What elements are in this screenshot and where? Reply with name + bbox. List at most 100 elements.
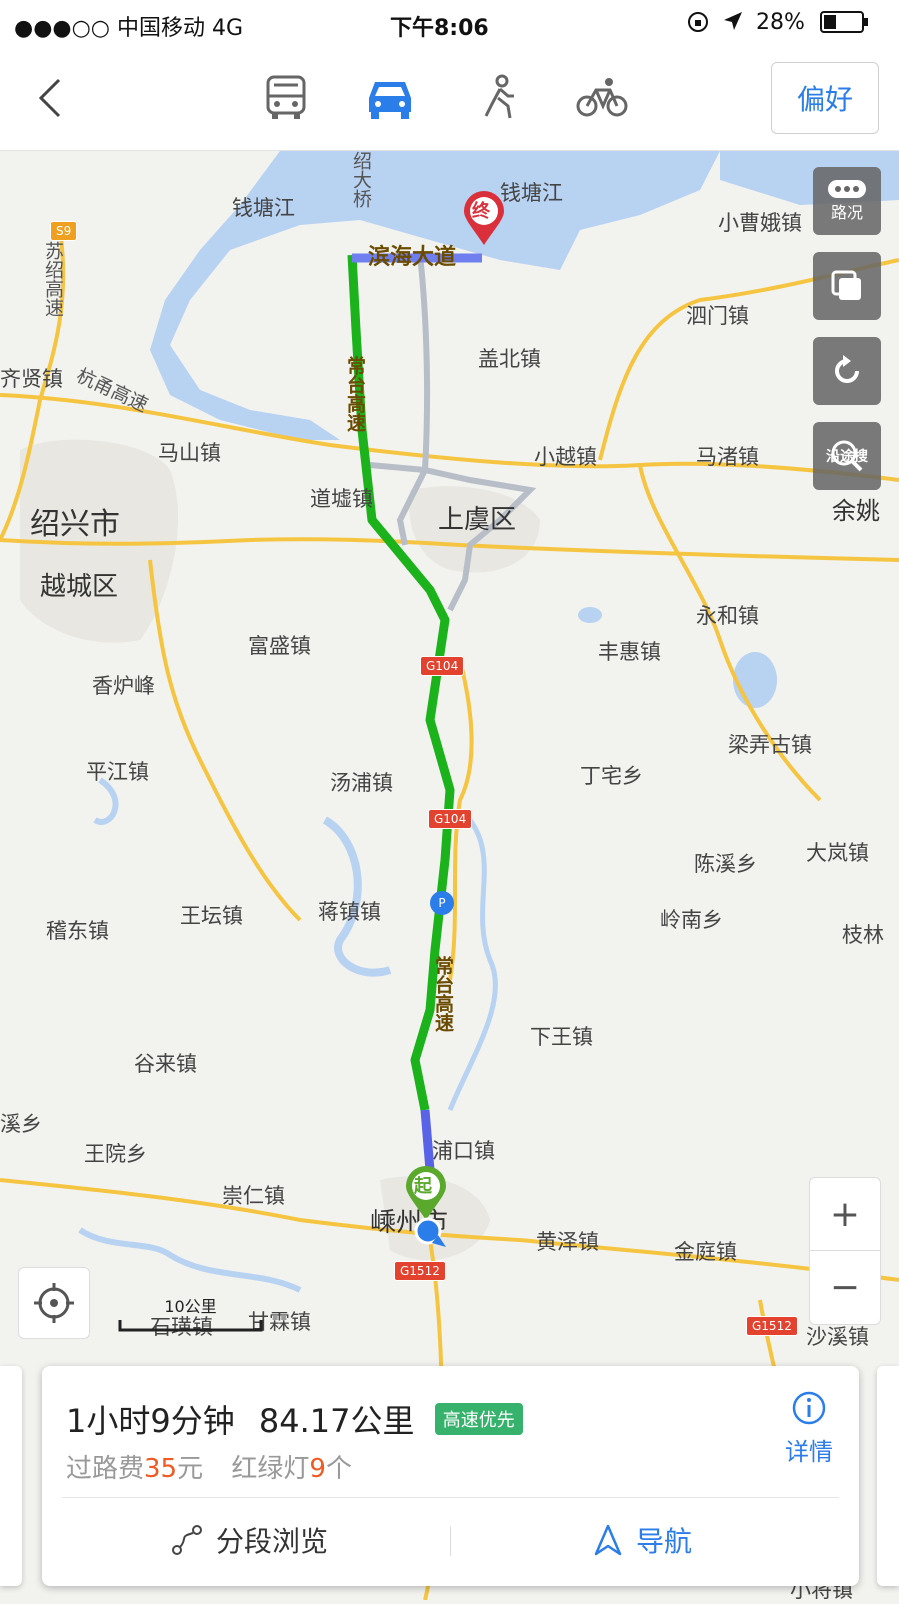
place-label: 香炉峰 bbox=[92, 674, 155, 698]
layers-button[interactable] bbox=[813, 252, 881, 320]
route-summary-card[interactable]: 1小时9分钟 84.17公里 高速优先 过路费35元 红绿灯9个 详情 分段浏览… bbox=[42, 1366, 859, 1586]
scale-label: 10公里 bbox=[164, 1297, 217, 1316]
chevron-left-icon bbox=[38, 78, 61, 118]
road-label: 常台高速 bbox=[432, 956, 454, 1032]
place-label: 崇仁镇 bbox=[222, 1184, 285, 1208]
road-label: 绍大桥 bbox=[350, 151, 372, 208]
navigate-button[interactable]: 导航 bbox=[594, 1520, 692, 1560]
road-label: 滨海大道 bbox=[368, 245, 457, 270]
city-label: 上虞区 bbox=[438, 505, 517, 535]
highway-shield: G1512 bbox=[394, 1261, 446, 1281]
scale-bar: 10公里 bbox=[118, 1293, 263, 1336]
status-bar: ●●●○○ 中国移动 4G 下午8:06 28% bbox=[0, 0, 899, 46]
carrier-signal: ●●●○○ 中国移动 4G bbox=[14, 16, 244, 41]
details-button[interactable]: 详情 bbox=[779, 1390, 839, 1467]
place-label: 余姚 bbox=[832, 497, 880, 525]
traffic-icon bbox=[828, 180, 866, 198]
lights-prefix: 红绿灯 bbox=[231, 1454, 310, 1484]
start-marker-label: 起 bbox=[414, 1176, 432, 1197]
route-tag: 高速优先 bbox=[434, 1403, 523, 1435]
place-label: 富盛镇 bbox=[248, 634, 311, 658]
highway-shield: G1512 bbox=[746, 1316, 798, 1336]
place-label: 王院乡 bbox=[84, 1142, 147, 1166]
place-label: 沙溪镇 bbox=[806, 1325, 869, 1349]
button-divider bbox=[450, 1526, 451, 1556]
place-label: 丁宅乡 bbox=[580, 764, 643, 788]
zoom-in-button[interactable]: + bbox=[810, 1178, 880, 1251]
route-distance: 84.17公里 bbox=[258, 1402, 415, 1440]
walk-icon bbox=[484, 74, 514, 119]
card-divider bbox=[62, 1497, 839, 1498]
place-label: 浦口镇 bbox=[432, 1139, 495, 1163]
toll-unit: 元 bbox=[177, 1454, 204, 1484]
service-area-icon[interactable]: P bbox=[430, 891, 454, 915]
route-duration: 1小时9分钟 bbox=[66, 1402, 235, 1440]
city-label: 绍兴市 bbox=[30, 507, 120, 542]
navigate-label: 导航 bbox=[636, 1525, 693, 1558]
prev-route-card[interactable] bbox=[0, 1366, 22, 1586]
location-arrow-icon bbox=[722, 10, 744, 38]
toll-prefix: 过路费 bbox=[66, 1454, 145, 1484]
traffic-label: 路况 bbox=[830, 203, 863, 222]
place-label: 溪乡 bbox=[0, 1112, 42, 1136]
highway-shield: G104 bbox=[428, 809, 473, 829]
mode-bike-button[interactable] bbox=[572, 70, 632, 126]
battery-percent: 28% bbox=[756, 10, 805, 35]
place-label: 谷来镇 bbox=[134, 1052, 197, 1076]
search-along-route-button[interactable]: 沿途搜 bbox=[813, 422, 881, 490]
place-label: 稽东镇 bbox=[46, 919, 109, 943]
end-marker[interactable]: 终 bbox=[462, 191, 506, 251]
place-label: 钱塘江 bbox=[500, 181, 563, 205]
highway-shield: S9 bbox=[50, 221, 78, 241]
locate-me-button[interactable] bbox=[18, 1267, 90, 1339]
lock-rotation-icon bbox=[686, 10, 710, 40]
highway-shield: G104 bbox=[420, 656, 465, 676]
route-segments-icon bbox=[172, 1525, 202, 1555]
place-label: 枝林 bbox=[842, 923, 884, 947]
place-label: 陈溪乡 bbox=[694, 852, 757, 876]
layers-icon bbox=[831, 270, 861, 300]
next-route-card[interactable] bbox=[877, 1366, 899, 1586]
segment-browse-label: 分段浏览 bbox=[216, 1525, 329, 1558]
place-label: 马渚镇 bbox=[696, 445, 759, 469]
place-label: 汤浦镇 bbox=[330, 771, 393, 795]
zoom-control: + − bbox=[809, 1177, 881, 1325]
search-along-label: 沿途搜 bbox=[826, 449, 868, 465]
toll-value: 35 bbox=[144, 1454, 178, 1484]
bus-icon bbox=[266, 75, 306, 119]
route-summary: 1小时9分钟 84.17公里 高速优先 bbox=[66, 1396, 523, 1442]
zoom-out-button[interactable]: − bbox=[810, 1251, 880, 1323]
mode-bus-button[interactable] bbox=[258, 70, 314, 126]
car-icon bbox=[369, 82, 411, 119]
mode-walk-button[interactable] bbox=[470, 70, 526, 126]
mode-car-button[interactable] bbox=[362, 70, 418, 126]
crosshair-icon bbox=[34, 1283, 74, 1323]
place-label: 泗门镇 bbox=[686, 304, 749, 328]
bike-icon bbox=[576, 78, 628, 117]
traffic-toggle[interactable]: 路况 bbox=[813, 167, 881, 235]
place-label: 马山镇 bbox=[158, 441, 221, 465]
route-extra-info: 过路费35元 红绿灯9个 bbox=[66, 1448, 352, 1485]
details-label: 详情 bbox=[785, 1438, 833, 1466]
transport-mode-bar: 偏好 bbox=[0, 46, 899, 151]
place-label: 道墟镇 bbox=[310, 487, 373, 511]
lights-unit: 个 bbox=[325, 1454, 352, 1484]
place-label: 金庭镇 bbox=[674, 1240, 737, 1264]
battery-icon bbox=[820, 10, 870, 40]
clock: 下午8:06 bbox=[390, 16, 489, 41]
navigation-arrow-icon bbox=[594, 1524, 622, 1556]
city-label: 越城区 bbox=[40, 572, 119, 602]
back-button[interactable] bbox=[22, 70, 78, 126]
refresh-button[interactable] bbox=[813, 337, 881, 405]
road-label: 常台高速 bbox=[344, 356, 366, 432]
preference-button[interactable]: 偏好 bbox=[771, 62, 879, 134]
place-label: 丰惠镇 bbox=[598, 640, 661, 664]
segment-browse-button[interactable]: 分段浏览 bbox=[172, 1520, 328, 1560]
place-label: 大岚镇 bbox=[806, 841, 869, 865]
info-icon bbox=[792, 1391, 826, 1425]
place-label: 钱塘江 bbox=[232, 196, 295, 220]
place-label: 小越镇 bbox=[534, 445, 597, 469]
place-label: 王坛镇 bbox=[180, 904, 243, 928]
current-location-icon bbox=[414, 1217, 448, 1255]
refresh-icon bbox=[835, 355, 859, 383]
